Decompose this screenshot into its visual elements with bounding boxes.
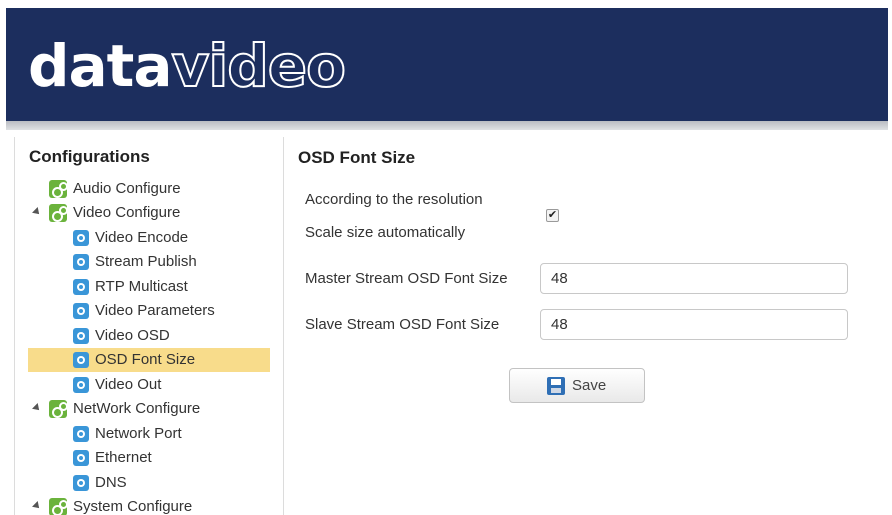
sidebar-item-video-parameters[interactable]: Video Parameters — [73, 299, 215, 323]
sidebar-item-network-port[interactable]: Network Port — [73, 422, 182, 446]
auto-scale-label-line2: Scale size automatically — [305, 224, 466, 241]
master-font-size-label: Master Stream OSD Font Size — [305, 270, 508, 287]
expand-arrow-icon[interactable] — [32, 207, 42, 217]
app-header: datavideo — [6, 8, 888, 121]
sidebar-item-osd-font-size[interactable]: OSD Font Size — [28, 348, 270, 372]
header-divider — [6, 121, 888, 130]
master-font-size-input[interactable]: 48 — [540, 263, 848, 294]
gear-icon — [49, 180, 68, 198]
expand-arrow-icon[interactable] — [32, 403, 42, 413]
gear-icon — [49, 204, 68, 222]
sidebar: Configurations Audio Configure Video Con… — [14, 137, 284, 515]
sidebar-item-system-configure[interactable]: System Configure — [32, 495, 193, 515]
sidebar-item-label: Audio Configure — [73, 180, 181, 197]
gear-icon — [73, 279, 89, 295]
sidebar-item-ethernet[interactable]: Ethernet — [73, 446, 152, 470]
sidebar-item-label: Video Encode — [95, 229, 189, 246]
sidebar-item-rtp-multicast[interactable]: RTP Multicast — [73, 275, 188, 299]
save-button-label: Save — [572, 377, 607, 394]
sidebar-item-video-out[interactable]: Video Out — [73, 373, 161, 397]
gear-icon — [73, 426, 89, 442]
auto-scale-checkbox[interactable]: ✔ — [546, 209, 559, 222]
sidebar-item-label: Network Port — [95, 425, 182, 442]
sidebar-item-audio-configure[interactable]: Audio Configure — [49, 177, 181, 201]
sidebar-item-label: Ethernet — [95, 449, 152, 466]
gear-icon — [49, 400, 68, 418]
sidebar-item-label: Stream Publish — [95, 253, 197, 270]
gear-icon — [73, 450, 89, 466]
gear-icon — [73, 475, 89, 491]
slave-font-size-label: Slave Stream OSD Font Size — [305, 316, 500, 333]
sidebar-item-network-configure[interactable]: NetWork Configure — [32, 397, 201, 421]
gear-icon — [73, 254, 89, 270]
sidebar-item-label: OSD Font Size — [95, 351, 196, 368]
sidebar-item-video-osd[interactable]: Video OSD — [73, 324, 170, 348]
sidebar-item-label: System Configure — [73, 498, 193, 515]
gear-icon — [73, 352, 89, 368]
sidebar-item-dns[interactable]: DNS — [73, 471, 127, 495]
sidebar-item-label: Video OSD — [95, 327, 170, 344]
sidebar-item-video-configure[interactable]: Video Configure — [32, 201, 181, 225]
floppy-disk-icon — [547, 377, 565, 395]
sidebar-item-label: NetWork Configure — [73, 400, 201, 417]
sidebar-item-label: Video Parameters — [95, 302, 215, 319]
sidebar-title: Configurations — [29, 147, 150, 166]
sidebar-item-label: Video Out — [95, 376, 162, 393]
sidebar-item-label: DNS — [95, 474, 127, 491]
gear-icon — [73, 377, 89, 393]
page-title: OSD Font Size — [298, 148, 416, 167]
auto-scale-label-line1: According to the resolution — [305, 191, 483, 208]
datavideo-logo: datavideo — [28, 31, 347, 101]
sidebar-item-video-encode[interactable]: Video Encode — [73, 226, 188, 250]
main-panel: OSD Font Size According to the resolutio… — [284, 137, 888, 515]
gear-icon — [49, 498, 68, 515]
expand-arrow-icon[interactable] — [32, 501, 42, 511]
sidebar-item-label: Video Configure — [73, 204, 181, 221]
save-button[interactable]: Save — [509, 368, 645, 403]
sidebar-item-label: RTP Multicast — [95, 278, 188, 295]
sidebar-item-stream-publish[interactable]: Stream Publish — [73, 250, 197, 274]
gear-icon — [73, 328, 89, 344]
slave-font-size-input[interactable]: 48 — [540, 309, 848, 340]
gear-icon — [73, 303, 89, 319]
gear-icon — [73, 230, 89, 246]
